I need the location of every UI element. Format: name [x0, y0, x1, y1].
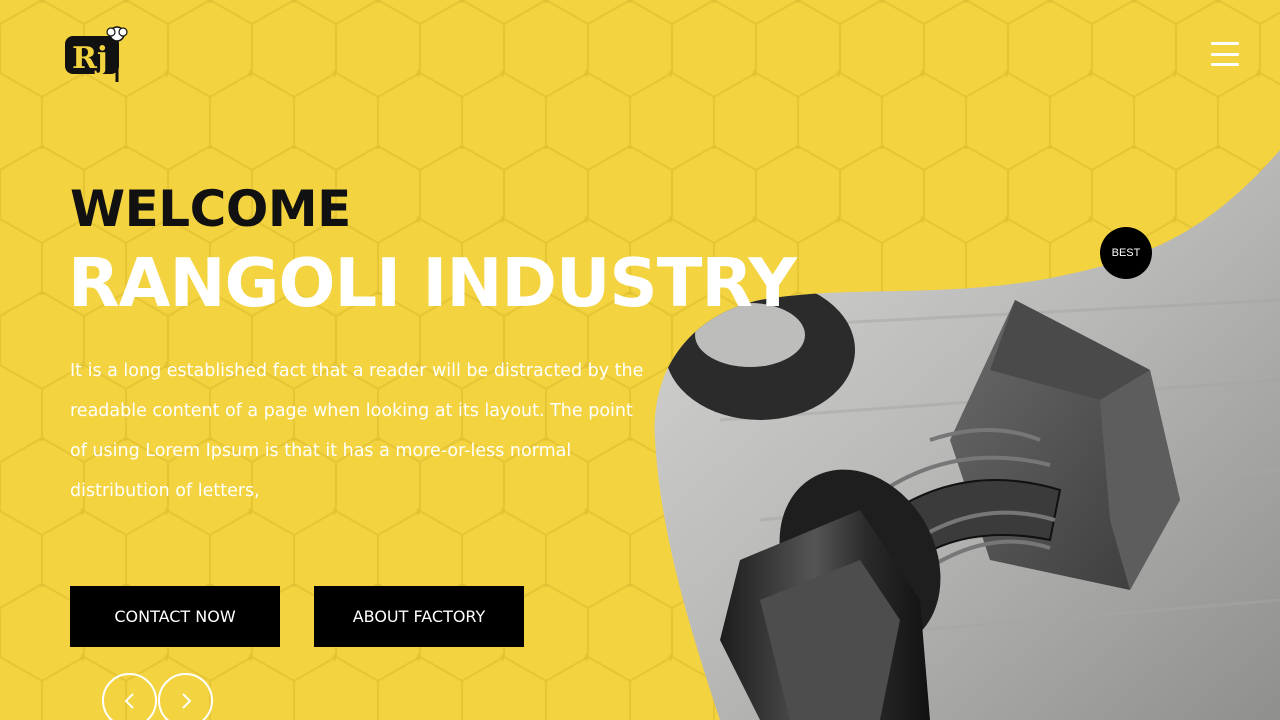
best-badge: BEST — [1100, 227, 1152, 279]
hamburger-menu-icon[interactable] — [1208, 40, 1242, 68]
hero-title: RANGOLI INDUSTRY — [68, 244, 797, 322]
contact-now-button[interactable]: CONTACT NOW — [70, 586, 280, 647]
hero-description: It is a long established fact that a rea… — [70, 361, 644, 501]
menu-line — [1211, 63, 1239, 66]
slider-next-button[interactable] — [158, 673, 213, 720]
menu-line — [1211, 42, 1239, 45]
chevron-left-icon — [124, 692, 134, 709]
about-factory-button[interactable]: ABOUT FACTORY — [314, 586, 524, 647]
logo[interactable]: Rj — [63, 24, 129, 86]
menu-line — [1211, 52, 1239, 56]
slider-prev-button[interactable] — [102, 673, 157, 720]
svg-text:Rj: Rj — [72, 41, 108, 76]
hero-welcome: WELCOME — [70, 180, 351, 238]
chevron-right-icon — [181, 692, 191, 709]
